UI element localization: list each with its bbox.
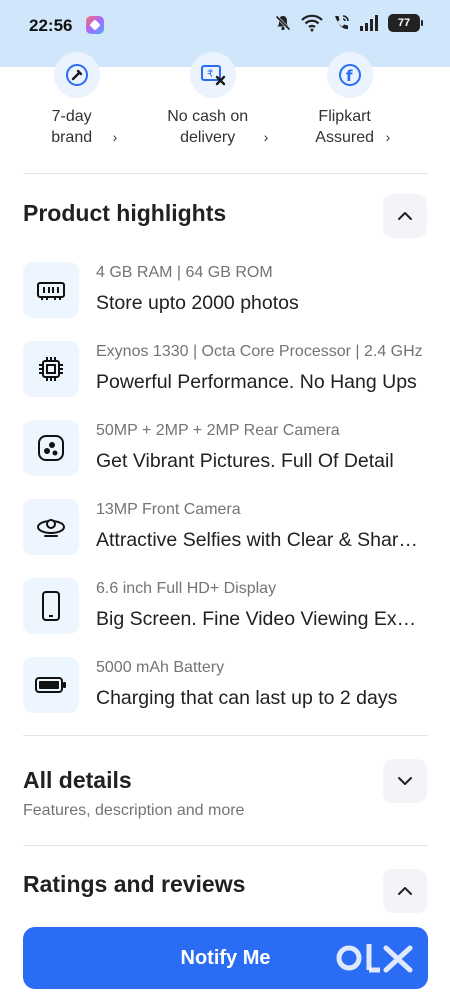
highlight-item-display: 6.6 inch Full HD+ Display Big Screen. Fi… bbox=[23, 578, 428, 638]
status-icons: 77 bbox=[274, 14, 423, 32]
chevron-right-icon: › bbox=[385, 129, 391, 145]
highlight-main: Attractive Selfies with Clear & Sharp De… bbox=[96, 529, 426, 551]
highlight-main: Big Screen. Fine Video Viewing Experienc… bbox=[96, 608, 426, 630]
assurance-row: 7-day brand › ₹ No cash on delivery › f Fl… bbox=[0, 52, 450, 172]
all-details-subtitle: Features, description and more bbox=[23, 802, 245, 819]
mute-bell-icon bbox=[275, 15, 291, 31]
chevron-up-icon bbox=[398, 887, 412, 895]
memory-icon bbox=[23, 262, 79, 318]
divider bbox=[23, 735, 428, 736]
highlight-item-rear-camera: 50MP + 2MP + 2MP Rear Camera Get Vibrant… bbox=[23, 420, 428, 480]
battery-icon bbox=[23, 657, 79, 713]
expand-all-details-button[interactable] bbox=[383, 759, 427, 803]
brand-warranty-icon bbox=[54, 52, 100, 98]
battery-level: 77 bbox=[397, 17, 411, 29]
signal-icon bbox=[360, 15, 378, 31]
app-notification-icon bbox=[86, 16, 104, 34]
highlight-main: Powerful Performance. No Hang Ups bbox=[96, 371, 417, 393]
highlight-item-processor: Exynos 1330 | Octa Core Processor | 2.4 … bbox=[23, 341, 428, 401]
svg-text:f: f bbox=[346, 67, 353, 85]
processor-icon bbox=[23, 341, 79, 397]
flipkart-assured-item[interactable]: f Flipkart Assured › bbox=[290, 52, 410, 148]
ratings-reviews-title[interactable]: Ratings and reviews bbox=[23, 871, 245, 898]
all-details-title[interactable]: All details bbox=[23, 767, 132, 794]
highlight-sub: 6.6 inch Full HD+ Display bbox=[96, 580, 277, 597]
rear-camera-icon bbox=[23, 420, 79, 476]
flipkart-assured-label: Flipkart Assured bbox=[315, 108, 374, 146]
divider bbox=[23, 845, 428, 846]
olx-watermark-icon bbox=[336, 944, 413, 973]
highlight-sub: 4 GB RAM | 64 GB ROM bbox=[96, 264, 273, 281]
chevron-down-icon bbox=[398, 777, 412, 785]
status-time: 22:56 bbox=[29, 16, 73, 35]
highlight-sub: 5000 mAh Battery bbox=[96, 659, 225, 676]
wifi-calling-icon bbox=[335, 15, 349, 30]
highlight-main: Get Vibrant Pictures. Full Of Detail bbox=[96, 450, 394, 472]
brand-warranty-label: 7-day brand bbox=[51, 108, 93, 146]
divider bbox=[23, 173, 428, 174]
highlight-sub: Exynos 1330 | Octa Core Processor | 2.4 … bbox=[96, 343, 423, 360]
collapse-ratings-button[interactable] bbox=[383, 869, 427, 913]
chevron-right-icon: › bbox=[112, 129, 118, 145]
highlight-item-battery: 5000 mAh Battery Charging that can last … bbox=[23, 657, 428, 717]
collapse-highlights-button[interactable] bbox=[383, 194, 427, 238]
front-camera-icon bbox=[23, 499, 79, 555]
notify-me-button[interactable]: Notify Me bbox=[23, 927, 428, 989]
highlight-sub: 13MP Front Camera bbox=[96, 501, 241, 518]
flipkart-assured-icon: f bbox=[327, 52, 373, 98]
highlight-item-memory: 4 GB RAM | 64 GB ROM Store upto 2000 pho… bbox=[23, 262, 428, 322]
brand-warranty-item[interactable]: 7-day brand › bbox=[17, 52, 137, 148]
notify-me-label: Notify Me bbox=[180, 946, 271, 969]
chevron-right-icon: › bbox=[263, 129, 269, 145]
battery-indicator: 77 bbox=[388, 14, 423, 32]
no-cash-label: No cash on delivery bbox=[167, 108, 249, 146]
chevron-up-icon bbox=[398, 212, 412, 220]
highlight-main: Store upto 2000 photos bbox=[96, 292, 299, 314]
display-icon bbox=[23, 578, 79, 634]
highlight-main: Charging that can last up to 2 days bbox=[96, 687, 398, 709]
wifi-icon bbox=[301, 14, 323, 32]
svg-text:₹: ₹ bbox=[207, 69, 213, 80]
no-cash-item[interactable]: ₹ No cash on delivery › bbox=[153, 52, 273, 148]
no-cash-icon: ₹ bbox=[190, 52, 236, 98]
highlight-item-front-camera: 13MP Front Camera Attractive Selfies wit… bbox=[23, 499, 428, 559]
highlight-sub: 50MP + 2MP + 2MP Rear Camera bbox=[96, 422, 340, 439]
product-highlights-title: Product highlights bbox=[23, 200, 227, 226]
